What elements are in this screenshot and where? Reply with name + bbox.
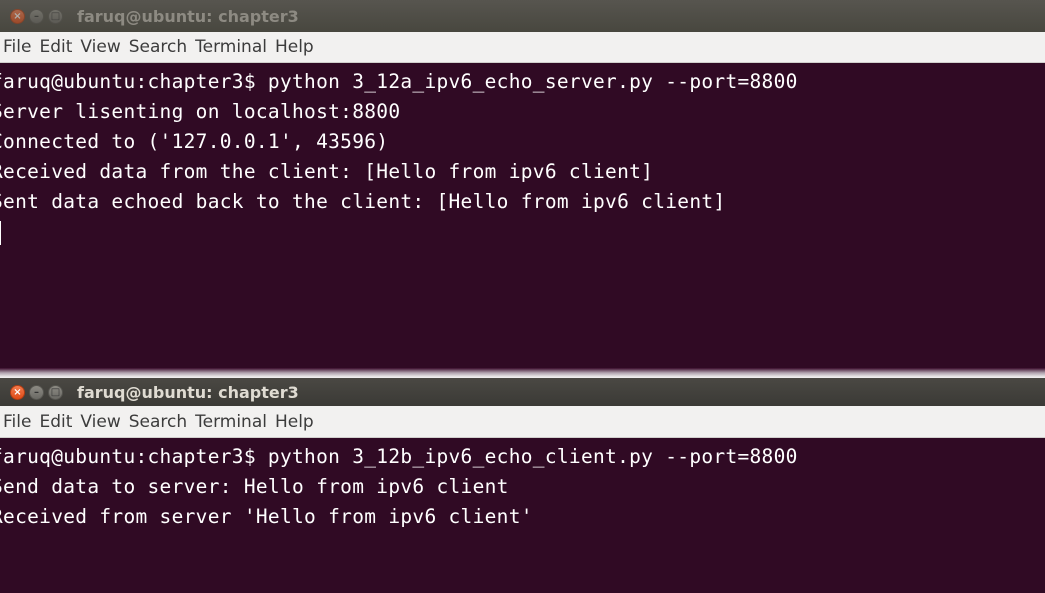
menu-view[interactable]: View — [80, 37, 120, 57]
title-bar[interactable]: × – □ faruq@ubuntu: chapter3 — [0, 378, 1045, 406]
menu-file[interactable]: File — [3, 412, 31, 432]
menu-help[interactable]: Help — [275, 412, 314, 432]
close-icon[interactable]: × — [10, 384, 25, 400]
terminal-line: Received data from the client: [Hello fr… — [0, 160, 654, 183]
menu-bar: File Edit View Search Terminal Help — [0, 406, 1045, 438]
menu-bar: File Edit View Search Terminal Help — [0, 32, 1045, 63]
menu-edit[interactable]: Edit — [39, 37, 72, 57]
terminal-output[interactable]: faruq@ubuntu:chapter3$ python 3_12a_ipv6… — [0, 63, 1045, 247]
minimize-icon[interactable]: – — [29, 384, 44, 400]
terminal-line: faruq@ubuntu:chapter3$ python 3_12a_ipv6… — [0, 70, 798, 93]
terminal-line: Connected to ('127.0.0.1', 43596) — [0, 130, 389, 153]
maximize-icon[interactable]: □ — [48, 384, 63, 400]
menu-terminal[interactable]: Terminal — [195, 412, 267, 432]
minimize-icon[interactable]: – — [29, 8, 44, 24]
close-icon[interactable]: × — [10, 8, 25, 24]
terminal-line: Send data to server: Hello from ipv6 cli… — [0, 475, 509, 498]
server-terminal-window[interactable]: × – □ faruq@ubuntu: chapter3 File Edit V… — [0, 0, 1045, 372]
client-terminal-window[interactable]: × – □ faruq@ubuntu: chapter3 File Edit V… — [0, 378, 1045, 593]
menu-search[interactable]: Search — [129, 37, 187, 57]
menu-edit[interactable]: Edit — [39, 412, 72, 432]
text-cursor — [0, 220, 1, 245]
title-bar[interactable]: × – □ faruq@ubuntu: chapter3 — [0, 0, 1045, 32]
terminal-line: Server lisenting on localhost:8800 — [0, 100, 401, 123]
maximize-icon[interactable]: □ — [48, 8, 63, 24]
terminal-line: faruq@ubuntu:chapter3$ python 3_12b_ipv6… — [0, 445, 798, 468]
cursor-line — [0, 217, 1045, 247]
menu-search[interactable]: Search — [129, 412, 187, 432]
window-title: faruq@ubuntu: chapter3 — [77, 6, 299, 26]
menu-terminal[interactable]: Terminal — [195, 37, 267, 57]
window-title: faruq@ubuntu: chapter3 — [77, 382, 299, 402]
menu-view[interactable]: View — [80, 412, 120, 432]
cursor-line — [0, 532, 1045, 562]
menu-help[interactable]: Help — [275, 37, 314, 57]
terminal-line: Sent data echoed back to the client: [He… — [0, 190, 726, 213]
terminal-output[interactable]: faruq@ubuntu:chapter3$ python 3_12b_ipv6… — [0, 438, 1045, 562]
terminal-line: Received from server 'Hello from ipv6 cl… — [0, 505, 533, 528]
menu-file[interactable]: File — [3, 37, 31, 57]
